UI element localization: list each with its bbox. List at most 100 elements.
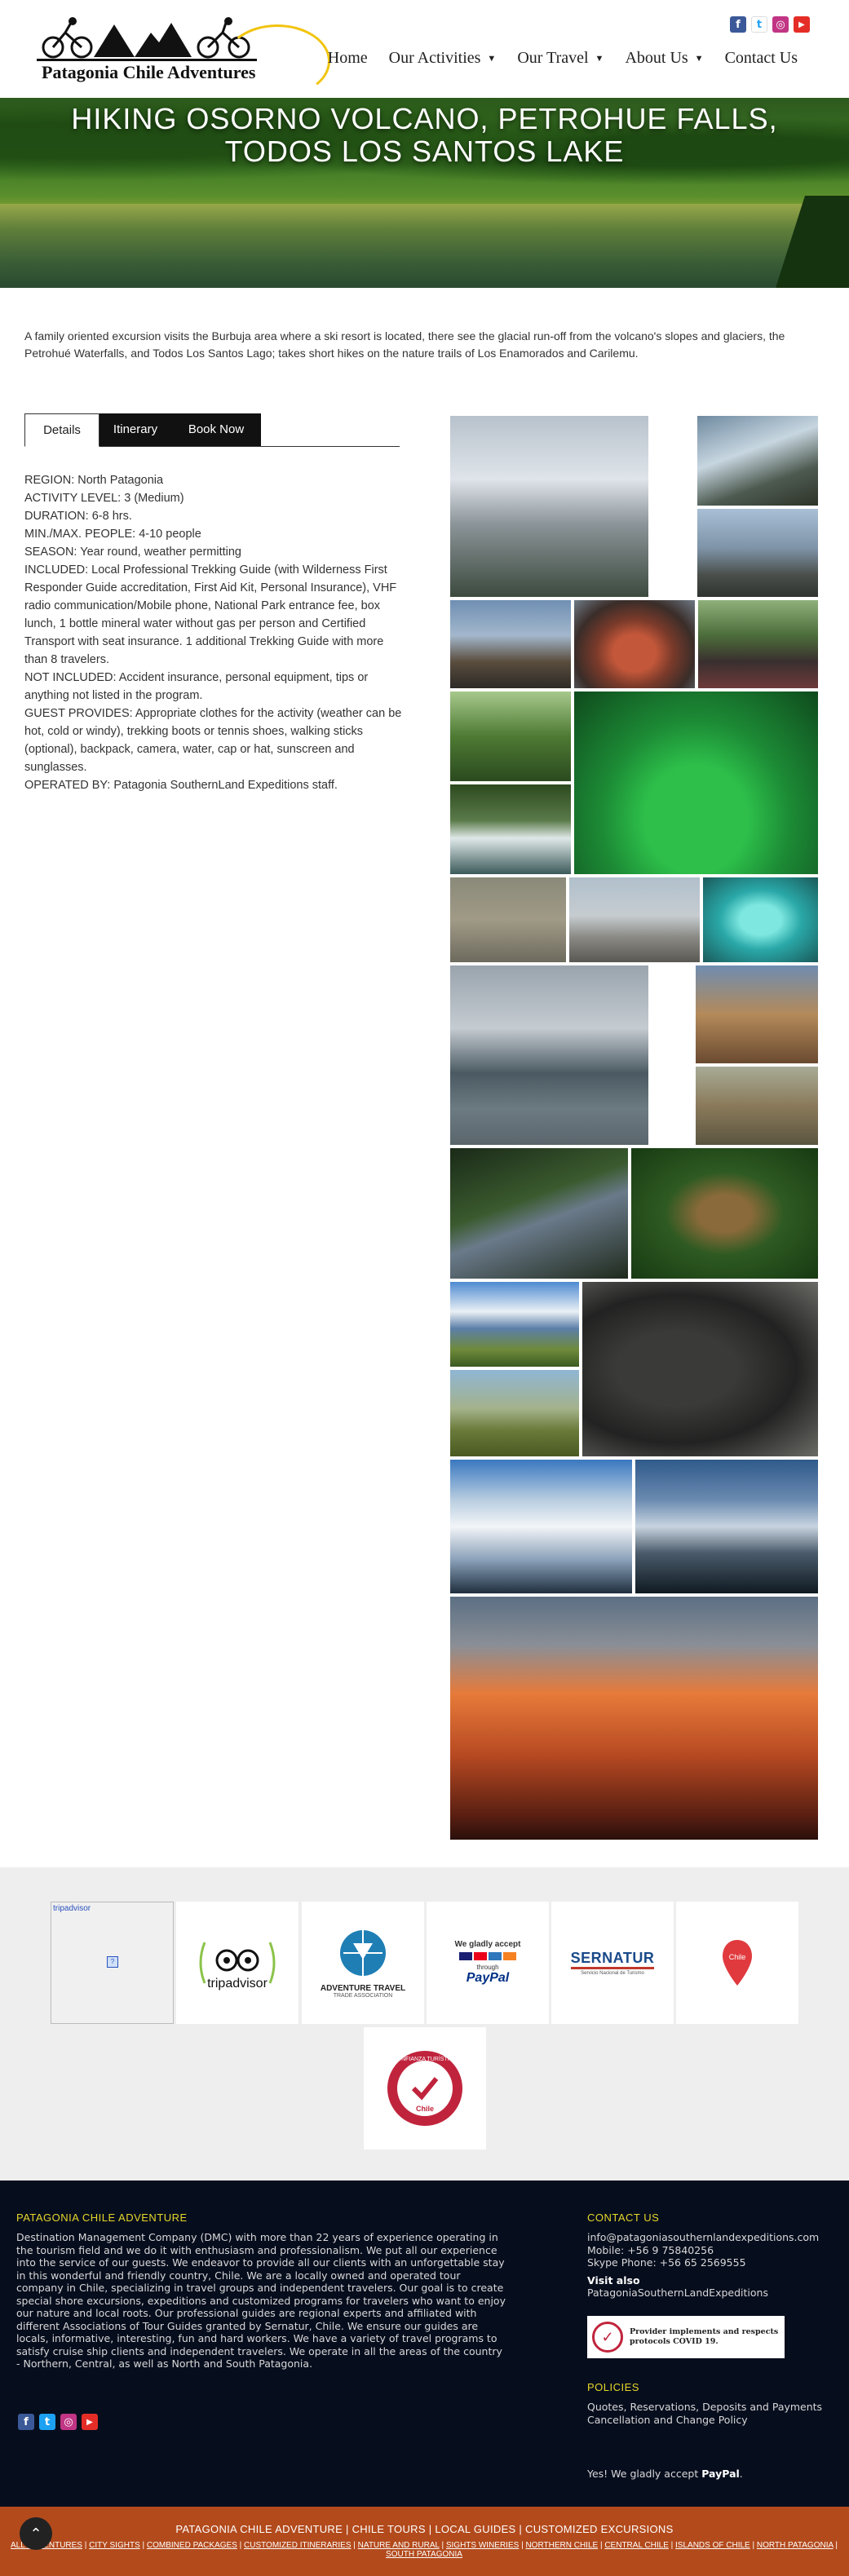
ata-line-1: ADVENTURE TRAVEL [320,1984,406,1993]
gallery-photo[interactable] [450,691,571,781]
hero-title: HIKING OSORNO VOLCANO, PETROHUE FALLS, T… [0,103,849,168]
footer-contact-heading: CONTACT US [587,2211,660,2224]
footer-link[interactable]: CENTRAL CHILE [604,2541,669,2550]
footer-link[interactable]: COMBINED PACKAGES [147,2541,237,2550]
tab-book-now[interactable]: Book Now [171,413,261,446]
nav-our-activities[interactable]: Our Activities ▼ [378,49,507,68]
nav-home[interactable]: Home [317,49,378,68]
facebook-icon[interactable]: f [18,2414,34,2430]
youtube-icon[interactable]: ▶ [82,2414,98,2430]
sernatur-logo-text: SERNATUR [570,1950,655,1969]
hero-lake [0,204,849,288]
hero-title-line-2: TODOS LOS SANTOS LAKE [224,135,625,168]
paypal-note-brand: PayPal [701,2468,740,2480]
footer-link[interactable]: SIGHTS WINERIES [446,2541,519,2550]
footer-link[interactable]: CUSTOMIZED ITINERARIES [244,2541,352,2550]
gallery-photo[interactable] [697,416,818,506]
nav-our-travel[interactable]: Our Travel ▼ [506,49,614,68]
footer-social-links: f t ◎ ▶ [18,2414,98,2430]
detail-season: SEASON: Year round, weather permitting [24,546,241,559]
gallery-photo[interactable] [582,1282,818,1456]
footer-about-text: Destination Management Company (DMC) wit… [16,2231,506,2370]
gallery-photo[interactable] [450,600,571,688]
broken-image-icon: ? [107,1956,118,1968]
confianza-chile-text: Chile [416,2105,434,2113]
gallery-photo[interactable] [631,1148,818,1279]
tab-details[interactable]: Details [24,413,99,447]
nav-contact-us[interactable]: Contact Us [714,49,808,68]
caret-down-icon: ▼ [595,54,604,64]
policy-quotes-link[interactable]: Quotes, Reservations, Deposits and Payme… [587,2401,832,2414]
visit-also-link[interactable]: PatagoniaSouthernLandExpeditions [587,2287,848,2300]
detail-not-included: NOT INCLUDED: Accident insurance, person… [24,671,369,702]
detail-duration: DURATION: 6-8 hrs. [24,510,132,523]
nav-about-us[interactable]: About Us ▼ [614,49,714,68]
gallery-photo[interactable] [703,877,818,962]
gallery-photo[interactable] [450,1148,628,1279]
policy-cancellation-link[interactable]: Cancellation and Change Policy [587,2414,832,2427]
gallery-photo[interactable] [450,877,566,962]
tab-itinerary[interactable]: Itinerary [99,413,171,446]
main-nav: Home Our Activities ▼ Our Travel ▼ About U… [317,49,808,68]
logo-text: Patagonia Chile Adventures [42,62,256,82]
youtube-icon[interactable]: ▶ [794,16,810,33]
paypal-badge[interactable]: We gladly accept through PayPal [427,1902,549,2024]
gallery-photo[interactable] [698,600,818,688]
gallery-photo[interactable] [450,1370,579,1456]
paypal-note-dot: . [739,2468,743,2480]
detail-region: REGION: North Patagonia [24,474,164,487]
footer-link[interactable]: NORTHERN CHILE [525,2541,598,2550]
sernatur-badge[interactable]: SERNATUR Servicio Nacional de Turismo [551,1902,674,2024]
sernatur-subtitle: Servicio Nacional de Turismo [581,1971,644,1976]
gallery-photo[interactable] [696,965,818,1063]
tripadvisor-widget-label: tripadvisor [53,1904,91,1913]
tour-details: REGION: North Patagonia ACTIVITY LEVEL: … [24,471,408,794]
gallery-photo[interactable] [569,877,700,962]
tour-intro: A family oriented excursion visits the B… [24,329,785,360]
twitter-icon[interactable]: t [751,16,767,33]
site-footer: PATAGONIA CHILE ADVENTURE Destination Ma… [0,2181,849,2507]
tripadvisor-badge[interactable]: tripadvisor [176,1902,298,2024]
gallery-photo[interactable] [450,1597,818,1840]
instagram-icon[interactable]: ◎ [60,2414,77,2430]
footer-link[interactable]: NORTH PATAGONIA [757,2541,834,2550]
nav-contact-us-label: Contact Us [724,49,798,67]
gallery-photo[interactable] [574,600,695,688]
nav-our-activities-label: Our Activities [388,49,481,67]
covid-badge: ✓ Provider implements and respects proto… [587,2316,785,2358]
paypal-note-text: Yes! We gladly accept [587,2468,699,2480]
scroll-to-top-button[interactable]: ⌃ [20,2517,52,2550]
caret-down-icon: ▼ [487,54,497,64]
adventure-travel-badge[interactable]: ADVENTURE TRAVEL TRADE ASSOCIATION [302,1902,424,2024]
covid-line-1: Provider implements and respects [630,2327,779,2336]
gallery-photo[interactable] [450,1460,632,1593]
footer-link[interactable]: NATURE AND RURAL [358,2541,440,2550]
contact-mobile: Mobile: +56 9 75840256 [587,2243,714,2256]
gallery-photo[interactable] [696,1067,818,1145]
gallery-photo[interactable] [450,416,648,597]
gallery-photo[interactable] [450,784,571,874]
confianza-top-text: CONFIANZA TURÍSTICA [393,2055,458,2062]
gallery-photo[interactable] [450,1282,579,1367]
chile-travel-badge[interactable]: Chile [676,1902,798,2024]
bottom-bar-links: ALL ADVENTURES | CITY SIGHTS | COMBINED … [10,2541,838,2559]
twitter-icon[interactable]: t [39,2414,55,2430]
site-logo[interactable]: Patagonia Chile Adventures [37,15,330,98]
gallery-photo[interactable] [450,965,648,1145]
gallery-photo[interactable] [574,691,818,874]
gallery-photo[interactable] [635,1460,818,1593]
logo-ring [224,24,330,98]
confianza-turistica-badge[interactable]: CONFIANZA TURÍSTICA Chile [364,2027,486,2150]
facebook-icon[interactable]: f [730,16,746,33]
instagram-icon[interactable]: ◎ [772,16,789,33]
hero-title-line-1: HIKING OSORNO VOLCANO, PETROHUE FALLS, [71,102,778,135]
tripadvisor-widget[interactable]: tripadvisor ? [51,1902,174,2024]
site-header: Patagonia Chile Adventures f t ◎ ▶ Home … [0,0,849,98]
detail-guest-provides: GUEST PROVIDES: Appropriate clothes for … [24,707,402,774]
chevron-up-icon: ⌃ [29,2525,42,2542]
footer-link[interactable]: ISLANDS OF CHILE [675,2541,750,2550]
footer-link[interactable]: CITY SIGHTS [89,2541,140,2550]
contact-email[interactable]: info@patagoniasouthernlandexpeditions.co… [587,2231,848,2244]
gallery-photo[interactable] [697,509,818,597]
footer-link[interactable]: SOUTH PATAGONIA [386,2550,462,2559]
